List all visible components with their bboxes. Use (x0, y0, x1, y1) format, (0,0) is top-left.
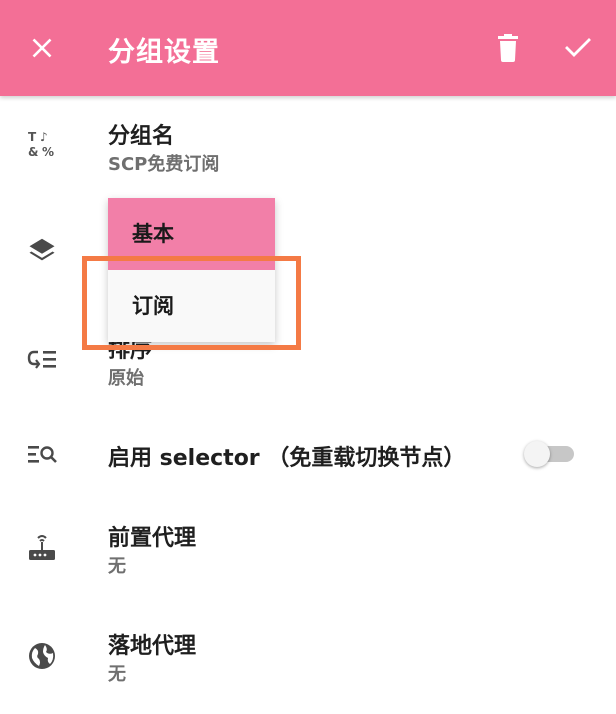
router-icon (24, 530, 60, 566)
svg-text:♪: ♪ (40, 130, 48, 144)
filter-search-icon (24, 436, 60, 472)
app-bar: 分组设置 (0, 0, 616, 96)
group-name-value: SCP免费订阅 (108, 154, 220, 175)
save-button[interactable] (558, 28, 598, 68)
page-title: 分组设置 (108, 37, 220, 68)
toggle-thumb (524, 441, 550, 467)
text-format-icon: T ♪ & % (24, 126, 60, 162)
sort-icon (24, 342, 60, 378)
delete-icon (498, 34, 518, 62)
landing-proxy-title: 落地代理 (108, 634, 197, 659)
front-proxy-title: 前置代理 (108, 526, 197, 551)
sort-row[interactable]: 排序 原始 (0, 330, 616, 396)
front-proxy-value: 无 (108, 556, 126, 577)
menu-option-subscription-label: 订阅 (132, 294, 174, 318)
svg-text:&: & (28, 145, 38, 159)
group-type-menu: 基本 订阅 (108, 198, 275, 342)
menu-option-subscription[interactable]: 订阅 (108, 270, 275, 342)
landing-proxy-row[interactable]: 落地代理 无 (0, 624, 616, 690)
group-name-title: 分组名 (108, 124, 175, 149)
selector-title: 启用 selector （免重载切换节点） (108, 446, 466, 471)
front-proxy-row[interactable]: 前置代理 无 (0, 516, 616, 582)
sort-value: 原始 (108, 368, 144, 389)
check-icon (565, 38, 591, 57)
svg-text:%: % (42, 145, 54, 159)
close-icon (32, 38, 52, 58)
svg-text:T: T (28, 130, 37, 144)
menu-option-basic[interactable]: 基本 (108, 198, 275, 270)
selector-toggle[interactable] (524, 441, 576, 467)
close-button[interactable] (22, 28, 62, 68)
group-name-row[interactable]: T ♪ & % 分组名 SCP免费订阅 (0, 108, 616, 188)
landing-proxy-value: 无 (108, 664, 126, 685)
layers-icon (24, 232, 60, 268)
delete-button[interactable] (488, 28, 528, 68)
menu-option-basic-label: 基本 (132, 222, 174, 246)
globe-icon (24, 638, 60, 674)
group-type-row[interactable] (0, 212, 616, 292)
